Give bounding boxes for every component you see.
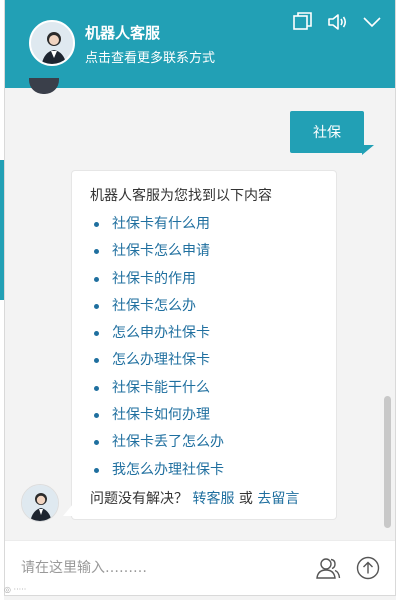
contact-info-link[interactable]: 点击查看更多联系方式 [85,47,215,66]
suggestion-link[interactable]: 社保卡能干什么 [90,375,318,402]
chat-window: 机器人客服 点击查看更多联系方式 社保 机器人客服为您找到以下内容 社保卡有什么… [4,0,396,596]
scrollbar-thumb[interactable] [384,396,391,528]
suggestion-link[interactable]: 社保卡有什么用 [90,211,318,238]
user-bubble-tail [362,145,374,155]
bot-intro-text: 机器人客服为您找到以下内容 [90,188,272,204]
bot-footer: 问题没有解决？ 转客服 或 去留言 [90,488,318,510]
suggestion-list: 社保卡有什么用 社保卡怎么申请 社保卡的作用 社保卡怎么办 怎么申办社保卡 怎么… [90,211,318,484]
transfer-agent-link[interactable]: 转客服 [192,491,234,507]
leave-message-link[interactable]: 去留言 [257,491,299,507]
chevron-down-icon[interactable] [360,10,384,34]
page-background-right [396,0,400,600]
chat-header[interactable]: 机器人客服 点击查看更多联系方式 [5,0,395,88]
user-message-bubble: 社保 [290,111,364,153]
suggestion-link[interactable]: 社保卡怎么办 [90,293,318,320]
speaker-icon[interactable] [325,10,349,34]
suggestion-link[interactable]: 社保卡丢了怎么办 [90,429,318,456]
suggestion-link[interactable]: 我怎么办理社保卡 [90,457,318,484]
message-input[interactable] [21,555,291,581]
suggestion-link[interactable]: 怎么办理社保卡 [90,347,318,374]
chat-title: 机器人客服 [85,24,161,42]
bot-message-bubble: 机器人客服为您找到以下内容 社保卡有什么用 社保卡怎么申请 社保卡的作用 社保卡… [71,170,337,520]
suggestion-link[interactable]: 社保卡的作用 [90,266,318,293]
agent-avatar [29,20,75,66]
watermark-logo: ◎ ····· [4,585,27,594]
input-bar [5,540,395,595]
bot-avatar [21,484,59,522]
arrow-up-circle-icon[interactable] [355,555,381,581]
previous-avatar [29,78,59,94]
message-list[interactable]: 社保 机器人客服为您找到以下内容 社保卡有什么用 社保卡怎么申请 社保卡的作用 … [5,78,395,538]
users-icon[interactable] [315,555,341,581]
or-text: 或 [238,490,253,507]
suggestion-link[interactable]: 社保卡如何办理 [90,402,318,429]
bot-bubble-tail [63,504,73,516]
suggestion-link[interactable]: 社保卡怎么申请 [90,238,318,265]
unresolved-question-text: 问题没有解决？ [90,490,188,507]
window-restore-icon[interactable] [290,10,314,34]
suggestion-link[interactable]: 怎么申办社保卡 [90,320,318,347]
